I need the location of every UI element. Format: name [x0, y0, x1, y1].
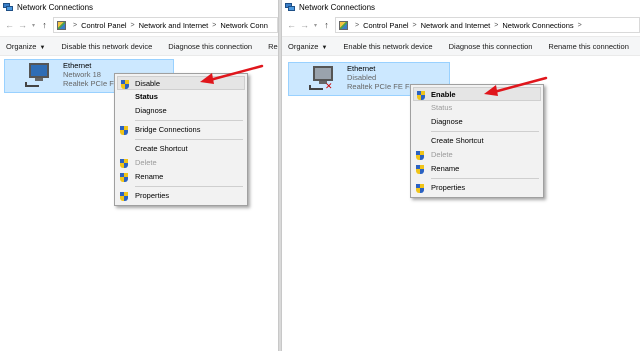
- forward-arrow-icon[interactable]: →: [16, 20, 29, 30]
- breadcrumb-separator: >: [577, 21, 582, 29]
- breadcrumb-separator: >: [73, 21, 78, 29]
- menu-item-label: Enable: [431, 90, 456, 99]
- menu-item-delete: Delete: [411, 148, 543, 162]
- breadcrumb-separator: >: [494, 21, 499, 29]
- network-adapter-icon: [25, 63, 53, 89]
- menu-item-diagnose[interactable]: Diagnose: [411, 115, 543, 129]
- uac-shield-icon: [120, 173, 128, 182]
- right-window: Network Connections ← → ▾ ↑ > Control Pa…: [282, 0, 640, 351]
- uac-shield-icon: [416, 165, 424, 174]
- breadcrumb-separator: >: [355, 21, 360, 29]
- breadcrumb-separator: >: [130, 21, 135, 29]
- menu-item-label: Delete: [431, 150, 453, 159]
- uac-shield-icon: [121, 80, 129, 89]
- uac-shield-icon: [416, 184, 424, 193]
- command-bar: Organize ▼ Disable this network device Di…: [0, 36, 278, 56]
- recent-locations-dropdown-icon[interactable]: ▾: [311, 22, 320, 29]
- title-bar: Network Connections: [282, 0, 640, 14]
- diagnose-connection-button[interactable]: Diagnose this connection: [441, 42, 541, 51]
- disable-device-button[interactable]: Disable this network device: [53, 42, 160, 51]
- window-title: Network Connections: [299, 2, 376, 12]
- up-arrow-icon[interactable]: ↑: [38, 20, 51, 30]
- menu-separator: [135, 120, 243, 121]
- control-panel-icon: [57, 20, 66, 30]
- adapter-status: Disabled: [347, 73, 377, 82]
- breadcrumb-network-connections[interactable]: Network Conn: [220, 21, 268, 30]
- uac-shield-icon: [120, 126, 128, 135]
- breadcrumb[interactable]: > Control Panel > Network and Internet >…: [53, 17, 278, 33]
- uac-shield-icon: [417, 91, 425, 100]
- recent-locations-dropdown-icon[interactable]: ▾: [29, 22, 38, 29]
- context-menu: Disable Status Diagnose Bridge Connectio…: [114, 73, 248, 206]
- rename-connection-button[interactable]: Rename this connection: [540, 42, 636, 51]
- menu-item-status: Status: [431, 103, 453, 112]
- context-menu: Enable Status Diagnose Create Shortcut D…: [410, 84, 544, 198]
- menu-item-properties[interactable]: Properties: [411, 181, 543, 195]
- back-arrow-icon[interactable]: ←: [285, 20, 298, 30]
- rename-connection-button[interactable]: Rename this c: [260, 42, 278, 51]
- breadcrumb-network-and-internet[interactable]: Network and Internet: [421, 21, 491, 30]
- command-bar: Organize ▼ Enable this network device Dia…: [282, 36, 640, 56]
- enable-device-button[interactable]: Enable this network device: [335, 42, 440, 51]
- menu-item-rename[interactable]: Rename: [115, 170, 247, 184]
- network-connections-icon: [3, 2, 13, 12]
- menu-item-status[interactable]: Status: [115, 90, 247, 104]
- menu-item-diagnose[interactable]: Diagnose: [115, 104, 247, 118]
- menu-separator: [431, 131, 539, 132]
- menu-separator: [431, 178, 539, 179]
- breadcrumb-separator: >: [212, 21, 217, 29]
- menu-item-create-shortcut[interactable]: Create Shortcut: [411, 134, 543, 148]
- adapter-name: Ethernet: [63, 61, 92, 70]
- address-bar: ← → ▾ ↑ > Control Panel > Network and In…: [282, 14, 640, 36]
- breadcrumb-network-connections[interactable]: Network Connections: [502, 21, 573, 30]
- organize-label: Organize: [288, 41, 319, 51]
- menu-item-label: Bridge Connections: [135, 125, 201, 134]
- menu-item-delete: Delete: [115, 156, 247, 170]
- adapter-device: Realtek PCIe FE: [63, 79, 119, 88]
- address-bar: ← → ▾ ↑ > Control Panel > Network and In…: [0, 14, 278, 36]
- menu-separator: [135, 139, 243, 140]
- breadcrumb-control-panel[interactable]: Control Panel: [363, 21, 408, 30]
- menu-item-properties[interactable]: Properties: [115, 189, 247, 203]
- chevron-down-icon: ▼: [321, 44, 328, 51]
- breadcrumb-control-panel[interactable]: Control Panel: [81, 21, 126, 30]
- uac-shield-icon: [416, 151, 424, 160]
- breadcrumb-network-and-internet[interactable]: Network and Internet: [139, 21, 209, 30]
- menu-item-label: Rename: [135, 172, 164, 181]
- window-title: Network Connections: [17, 2, 94, 12]
- menu-item-label: Rename: [431, 164, 460, 173]
- adapter-name: Ethernet: [347, 64, 376, 73]
- menu-item-label: Properties: [135, 191, 170, 200]
- menu-item-bridge-connections[interactable]: Bridge Connections: [115, 123, 247, 137]
- red-arrow-annotation: [484, 76, 548, 96]
- up-arrow-icon[interactable]: ↑: [320, 20, 333, 30]
- title-bar: Network Connections: [0, 0, 278, 14]
- menu-item-rename[interactable]: Rename: [411, 162, 543, 176]
- chevron-down-icon: ▼: [39, 44, 46, 51]
- breadcrumb-separator: >: [412, 21, 417, 29]
- adapter-status: Network 18: [63, 70, 101, 79]
- network-adapter-disabled-icon: ✕: [309, 66, 337, 92]
- organize-button[interactable]: Organize ▼: [0, 42, 53, 51]
- forward-arrow-icon[interactable]: →: [298, 20, 311, 30]
- uac-shield-icon: [120, 192, 128, 201]
- organize-button[interactable]: Organize ▼: [282, 42, 335, 51]
- diagnose-connection-button[interactable]: Diagnose this connection: [160, 42, 260, 51]
- left-window: Network Connections ← → ▾ ↑ > Control Pa…: [0, 0, 278, 351]
- uac-shield-icon: [120, 159, 128, 168]
- menu-item-label: Properties: [431, 183, 466, 192]
- menu-item-create-shortcut[interactable]: Create Shortcut: [115, 142, 247, 156]
- organize-label: Organize: [6, 41, 37, 51]
- menu-item-label: Disable: [135, 79, 161, 88]
- breadcrumb[interactable]: > Control Panel > Network and Internet >…: [335, 17, 640, 33]
- menu-separator: [135, 186, 243, 187]
- menu-item-label: Delete: [135, 158, 157, 167]
- adapter-device: Realtek PCIe FE Fa: [347, 82, 414, 91]
- network-connections-icon: [285, 2, 295, 12]
- back-arrow-icon[interactable]: ←: [3, 20, 16, 30]
- control-panel-icon: [339, 20, 348, 30]
- red-arrow-annotation: [200, 64, 264, 84]
